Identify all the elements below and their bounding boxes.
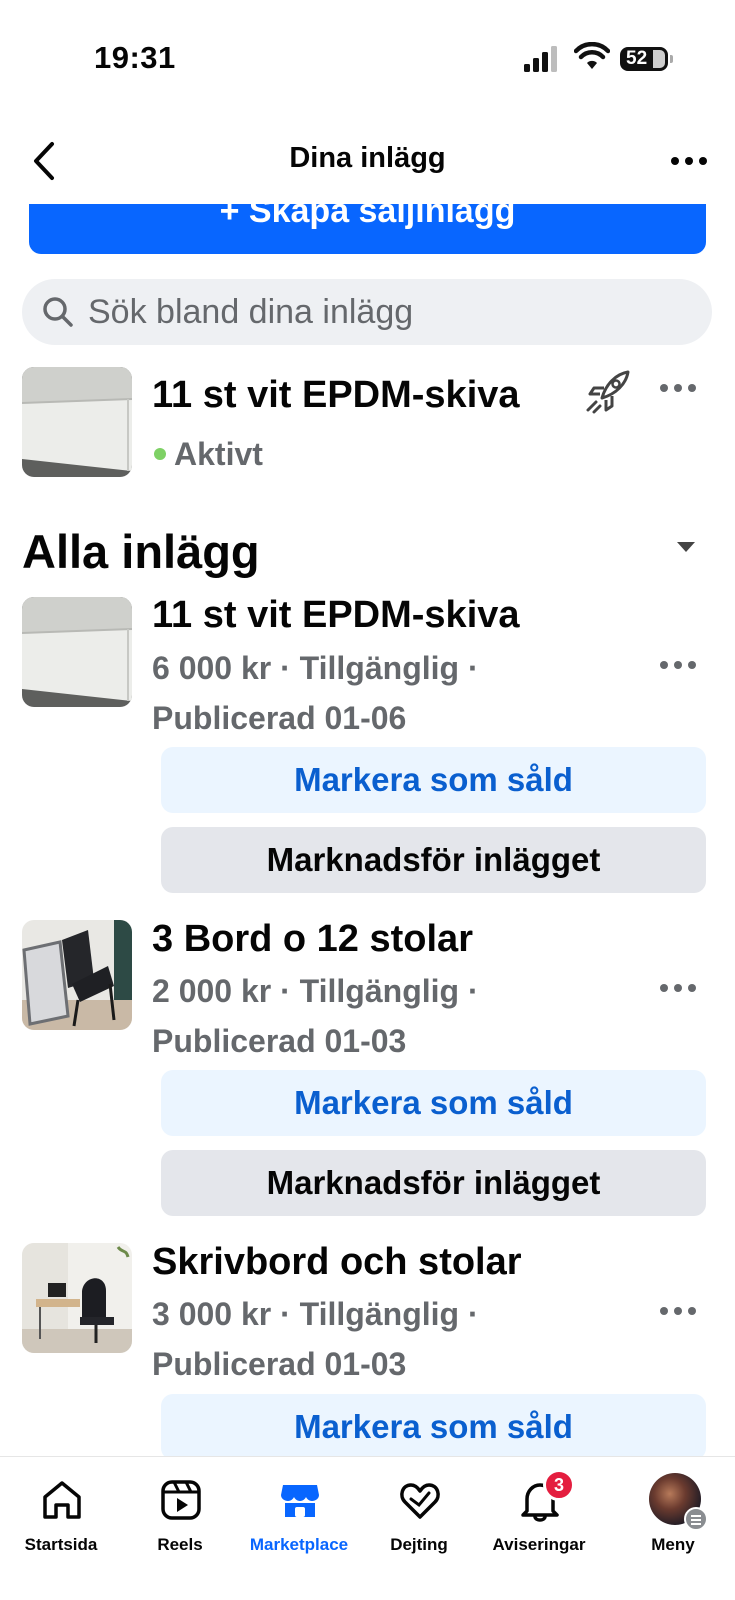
listing-published: Publicerad 01-06 bbox=[152, 700, 407, 736]
wifi-icon bbox=[574, 42, 610, 69]
mark-sold-button[interactable]: Markera som såld bbox=[161, 1394, 706, 1456]
page-title: Dina inlägg bbox=[289, 142, 446, 174]
promote-listing-button[interactable]: Marknadsför inlägget bbox=[161, 1150, 706, 1216]
listings-scroll-area[interactable]: + Skapa säljinlägg 11 st vit EPDM-skiva … bbox=[0, 204, 735, 1456]
notification-badge: 3 bbox=[543, 1469, 575, 1501]
search-input[interactable] bbox=[88, 287, 688, 337]
mark-sold-button[interactable]: Markera som såld bbox=[161, 747, 706, 813]
tab-reels[interactable]: Reels bbox=[119, 1457, 241, 1600]
heart-icon bbox=[400, 1483, 440, 1519]
marketplace-icon bbox=[281, 1485, 319, 1517]
listing-more-icon[interactable] bbox=[658, 1301, 698, 1321]
rocket-icon[interactable] bbox=[582, 366, 634, 418]
mark-sold-button[interactable]: Markera som såld bbox=[161, 1070, 706, 1136]
tab-dating[interactable]: Dejting bbox=[358, 1457, 480, 1600]
tab-label: Aviseringar bbox=[492, 1535, 586, 1554]
menu-icon bbox=[684, 1507, 708, 1531]
tab-label: Marketplace bbox=[249, 1535, 349, 1554]
listing-price-status: 2 000 kr · Tillgänglig · bbox=[152, 973, 479, 1009]
caret-down-icon[interactable] bbox=[677, 542, 695, 552]
featured-listing-status: Aktivt bbox=[154, 436, 263, 473]
tab-label: Dejting bbox=[390, 1535, 448, 1554]
search-bar[interactable] bbox=[22, 279, 712, 345]
status-bar: 19:31 52 bbox=[0, 0, 735, 110]
listing-published: Publicerad 01-03 bbox=[152, 1346, 407, 1382]
battery-level: 52 bbox=[626, 48, 648, 69]
listing-thumbnail[interactable] bbox=[22, 920, 132, 1030]
home-icon bbox=[43, 1481, 81, 1519]
listing-price-status: 6 000 kr · Tillgänglig · bbox=[152, 650, 479, 686]
listing-thumbnail[interactable] bbox=[22, 1243, 132, 1353]
cellular-signal-icon bbox=[524, 46, 557, 72]
featured-listing-title[interactable]: 11 st vit EPDM-skiva bbox=[152, 374, 520, 417]
section-title: Alla inlägg bbox=[22, 525, 260, 578]
status-dot bbox=[154, 447, 166, 460]
status-label: Aktivt bbox=[174, 436, 263, 472]
listing-title[interactable]: 3 Bord o 12 stolar bbox=[152, 918, 473, 961]
listing-thumbnail[interactable] bbox=[22, 597, 132, 707]
create-listing-button[interactable]: + Skapa säljinlägg bbox=[29, 204, 706, 254]
status-time: 19:31 bbox=[94, 40, 176, 75]
listing-more-icon[interactable] bbox=[658, 978, 698, 998]
featured-more-icon[interactable] bbox=[658, 378, 698, 398]
bottom-tab-bar: Startsida Reels Marketplace Dejting 3 Av… bbox=[0, 1456, 735, 1600]
tab-label: Meny bbox=[651, 1535, 695, 1554]
listing-published: Publicerad 01-03 bbox=[152, 1023, 407, 1059]
listing-more-icon[interactable] bbox=[658, 655, 698, 675]
featured-listing-thumbnail[interactable] bbox=[22, 367, 132, 477]
listing-title[interactable]: 11 st vit EPDM-skiva bbox=[152, 594, 520, 637]
listing-title[interactable]: Skrivbord och stolar bbox=[152, 1241, 522, 1284]
more-options-icon[interactable] bbox=[669, 146, 709, 176]
promote-listing-button[interactable]: Marknadsför inlägget bbox=[161, 827, 706, 893]
header: Dina inlägg bbox=[0, 120, 735, 204]
reels-icon bbox=[161, 1480, 201, 1520]
search-icon bbox=[43, 297, 73, 327]
listing-price-status: 3 000 kr · Tillgänglig · bbox=[152, 1296, 479, 1332]
tab-notifications[interactable]: 3 Aviseringar bbox=[478, 1457, 600, 1600]
tab-menu[interactable]: Meny bbox=[612, 1457, 734, 1600]
tab-label: Reels bbox=[157, 1535, 203, 1554]
tab-label: Startsida bbox=[24, 1535, 98, 1554]
tab-home[interactable]: Startsida bbox=[0, 1457, 122, 1600]
tab-marketplace[interactable]: Marketplace bbox=[238, 1457, 360, 1600]
battery-indicator: 52 bbox=[620, 47, 673, 71]
